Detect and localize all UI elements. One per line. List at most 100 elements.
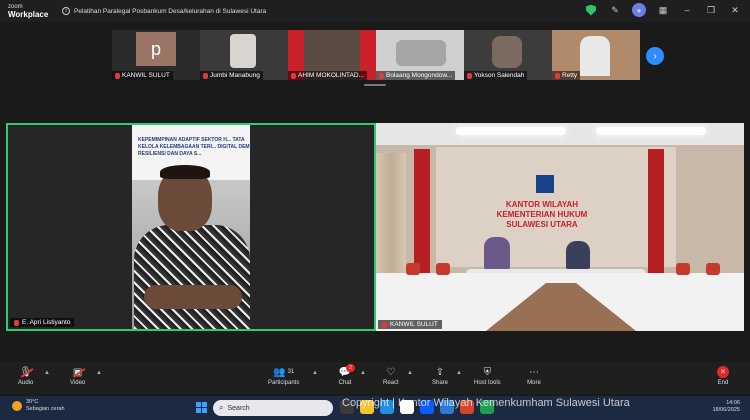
end-button[interactable]: ✕ End: [716, 366, 730, 386]
meeting-title[interactable]: i Pelatihan Paralegal Posbankum Desa/kel…: [62, 7, 266, 15]
video-feed: [396, 40, 446, 66]
shield-icon: ⛨: [483, 366, 492, 378]
participant-name: E. Apri Listiyanto: [10, 318, 75, 327]
participants-button[interactable]: 👥 31 Participants: [268, 366, 300, 387]
end-label: End: [717, 380, 729, 386]
meeting-title-text: Pelatihan Paralegal Posbankum Desa/kelur…: [74, 7, 267, 15]
participant-name: Bolaang Mongondow...: [376, 71, 456, 80]
audio-options-caret-icon[interactable]: ▲: [44, 370, 50, 376]
chat-label: Chat: [338, 380, 352, 386]
chair: [706, 263, 720, 275]
participant-name: KANWIL SULUT: [112, 71, 173, 80]
participant-tile[interactable]: Yokson Salendah: [464, 30, 552, 80]
muted-mic-icon: [379, 72, 384, 79]
participant-name: AHIM MOKOLINTAD...: [288, 71, 367, 80]
react-button[interactable]: ♡ React: [383, 366, 399, 387]
participant-tile[interactable]: Bolaang Mongondow...: [376, 30, 464, 80]
weather-widget[interactable]: 30°C Sebagian cerah: [12, 399, 65, 413]
audio-label: Audio: [18, 380, 34, 386]
ceiling-lamp: [596, 127, 706, 135]
meeting-toolbar: 🎙 Audio ▲ ▣ Video ▲ 👥 31 Participants ▲ 💬…: [0, 362, 750, 394]
audio-button[interactable]: 🎙 Audio: [18, 366, 34, 387]
camera-off-icon: ▣: [71, 366, 85, 378]
more-dots-icon: ⋯: [529, 366, 539, 378]
participant-name: KANWIL SULUT: [378, 320, 442, 329]
chat-caret-icon[interactable]: ▲: [360, 370, 366, 376]
room-person: [566, 241, 590, 269]
sun-icon: [12, 401, 22, 411]
brand-line2: Workplace: [8, 10, 49, 19]
view-layout-icon[interactable]: ▦: [656, 3, 670, 17]
search-input[interactable]: ⌕ Search: [213, 400, 333, 416]
speaker-video-tile[interactable]: KEPEMIMPINAN ADAPTIF SEKTOR H... TATA KE…: [6, 123, 376, 331]
video-feed: [580, 36, 610, 76]
annotate-pencil-icon[interactable]: ✎: [608, 3, 622, 17]
video-button[interactable]: ▣ Video: [70, 366, 86, 387]
gallery-resize-handle[interactable]: [364, 84, 386, 86]
host-tools-label: Host tools: [474, 380, 501, 386]
red-pillar: [648, 149, 664, 289]
participant-name: Jumbi Manabung: [200, 71, 263, 80]
search-placeholder: Search: [227, 404, 250, 412]
muted-mic-icon: [555, 72, 560, 79]
chair: [436, 263, 450, 275]
chair: [676, 263, 690, 275]
participants-count: 31: [287, 369, 295, 375]
react-caret-icon[interactable]: ▲: [407, 370, 413, 376]
chat-bubble-icon: 💬 2: [338, 364, 355, 378]
banner-text: KEPEMIMPINAN ADAPTIF SEKTOR H... TATA KE…: [138, 137, 251, 157]
chat-unread-badge: 2: [346, 364, 355, 372]
participant-tile[interactable]: Jumbi Manabung: [200, 30, 288, 80]
muted-mic-icon: [291, 72, 296, 79]
room-video-tile[interactable]: KANTOR WILAYAH KEMENTERIAN HUKUM SULAWES…: [376, 123, 744, 331]
muted-mic-icon: [382, 321, 387, 328]
minimize-icon[interactable]: –: [680, 3, 694, 17]
chevron-right-icon[interactable]: ›: [646, 47, 664, 65]
avatar: p: [136, 32, 176, 66]
system-clock[interactable]: 14:06 18/06/2025: [712, 400, 740, 414]
participant-tile[interactable]: AHIM MOKOLINTAD...: [288, 30, 376, 80]
user-avatar-icon[interactable]: ●: [632, 3, 646, 17]
more-label: More: [527, 380, 541, 386]
video-label: Video: [70, 380, 86, 386]
clock-time: 14:06: [726, 400, 740, 406]
video-options-caret-icon[interactable]: ▲: [96, 370, 102, 376]
close-icon[interactable]: ✕: [728, 3, 742, 17]
microphone-muted-icon: 🎙: [19, 366, 33, 378]
chair: [406, 263, 420, 275]
clock-date: 18/06/2025: [712, 407, 740, 413]
muted-mic-icon: [115, 72, 120, 79]
info-icon[interactable]: i: [62, 7, 70, 15]
room-person: [484, 237, 510, 269]
chat-button[interactable]: 💬 2 Chat: [338, 364, 355, 386]
video-feed: [230, 34, 256, 68]
ministry-logo: [536, 175, 554, 193]
more-button[interactable]: ⋯ More: [527, 366, 541, 387]
speaker-arms: [144, 285, 242, 309]
participant-name: Yokson Salendah: [464, 71, 528, 80]
participant-tile[interactable]: p KANWIL SULUT: [112, 30, 200, 80]
ceiling-lamp: [456, 127, 566, 135]
speaker-shirt: [134, 225, 250, 329]
restore-icon[interactable]: ❐: [704, 3, 718, 17]
temperature: 30°C: [26, 399, 39, 405]
share-label: Share: [432, 380, 449, 386]
participants-icon: 👥 31: [273, 366, 295, 378]
title-bar: zoom Workplace i Pelatihan Paralegal Pos…: [0, 0, 750, 22]
participants-caret-icon[interactable]: ▲: [312, 370, 318, 376]
muted-mic-icon: [14, 319, 19, 326]
host-tools-button[interactable]: ⛨ Host tools: [474, 366, 501, 387]
share-screen-icon: ⇪: [435, 366, 445, 378]
windows-start-icon[interactable]: [196, 402, 207, 413]
participant-name: Retty: [552, 71, 581, 80]
share-caret-icon[interactable]: ▲: [456, 370, 462, 376]
participant-gallery: p KANWIL SULUT Jumbi Manabung AHIM MOKOL…: [0, 22, 750, 88]
heart-icon: ♡: [386, 366, 396, 378]
security-shield-icon[interactable]: [584, 3, 598, 17]
share-button[interactable]: ⇪ Share: [432, 366, 449, 387]
participants-label: Participants: [268, 380, 300, 386]
zoom-logo: zoom Workplace: [0, 3, 62, 19]
muted-mic-icon: [467, 72, 472, 79]
copyright-watermark: Copyright | Kantor Wilayah Kemenkumham S…: [342, 397, 630, 409]
participant-tile[interactable]: Retty: [552, 30, 640, 80]
